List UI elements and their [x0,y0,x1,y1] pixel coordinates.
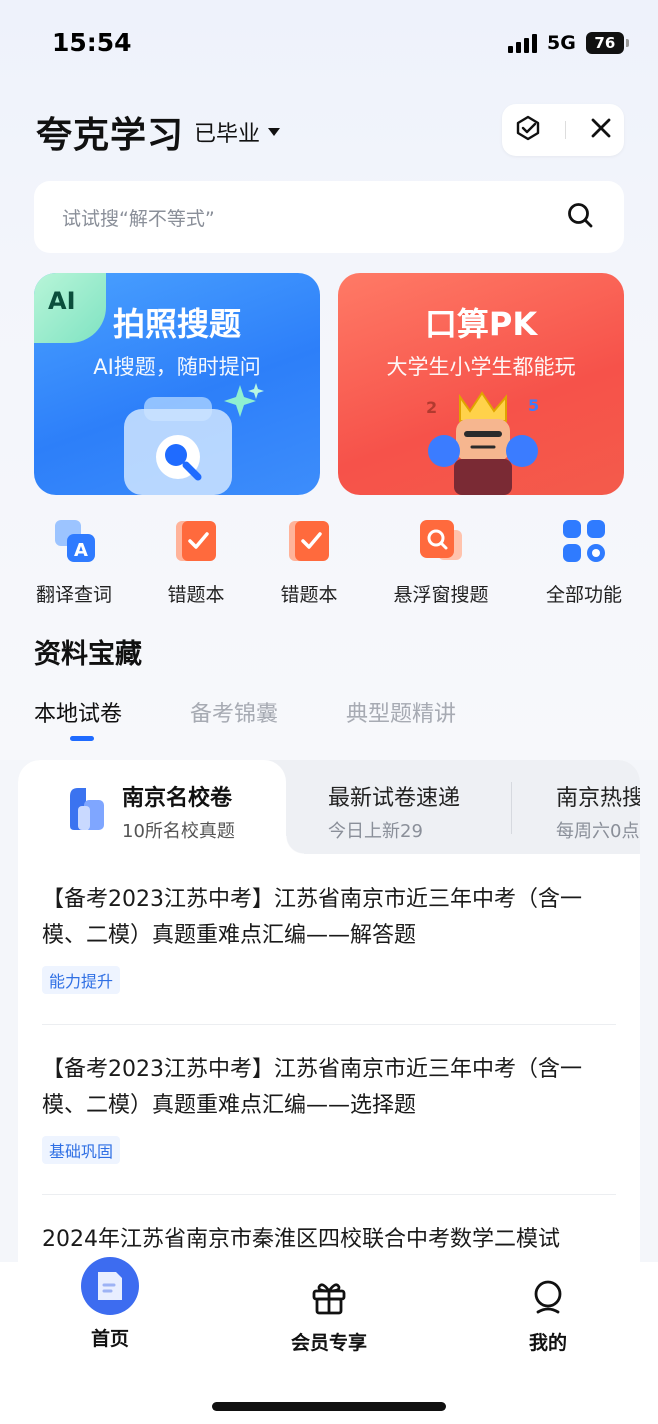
home-indicator [212,1402,446,1411]
paper-title: 【备考2023江苏中考】江苏省南京市近三年中考（含一模、二模）真题重难点汇编——… [42,887,582,948]
tab-typical-questions[interactable]: 典型题精讲 [346,696,456,728]
nav-label: 我的 [528,1332,567,1354]
nav-label: 会员专享 [290,1332,367,1354]
svg-text:5: 5 [528,396,539,415]
photo-search-title: 拍照搜题 [112,305,241,343]
section-tabs: 本地试卷 备考锦囊 典型题精讲 [34,696,456,728]
king-mascot-icon: 2 5 [426,391,539,495]
signal-icon [508,33,537,53]
subtab-title: 南京热搜 [556,786,640,811]
profile-icon [534,1280,562,1314]
svg-text:A: A [74,540,88,561]
status-time: 15:54 [52,28,132,57]
section-title: 资料宝藏 [34,639,142,670]
nav-profile[interactable]: 我的 [468,1262,628,1355]
subtab-nanjing-schools[interactable]: 南京名校卷 10所名校真题 [18,760,304,854]
tab-local-papers[interactable]: 本地试卷 [34,696,122,728]
papers-panel: 南京名校卷 10所名校真题 最新试卷速递 今日上新29 南京热搜 每周六0点 【… [18,760,640,1280]
subtab-subtitle: 每周六0点 [556,821,640,842]
paper-list-item[interactable]: 【备考2023江苏中考】江苏省南京市近三年中考（含一模、二模）真题重难点汇编——… [42,1052,616,1164]
network-type: 5G [547,32,576,54]
battery-icon: 76 [585,32,629,54]
nav-home[interactable]: 首页 [30,1257,190,1351]
nav-vip[interactable]: 会员专享 [249,1262,409,1355]
mental-math-pk-subtitle: 大学生小学生都能玩 [386,355,576,379]
bottom-nav: 首页 会员专享 我的 [0,1257,658,1424]
shortcut-label: 翻译查词 [35,584,112,606]
grade-label: 已毕业 [194,122,261,147]
app-brand: 夸克学习 [36,115,185,156]
grade-selector[interactable]: 已毕业 [194,116,281,148]
paper-title: 2024年江苏省南京市秦淮区四校联合中考数学二模试 [42,1227,560,1252]
shortcut-mistake-book[interactable]: 错题本 [136,518,256,607]
list-divider [42,1024,616,1025]
gift-icon [312,1283,346,1315]
capsule-divider [565,121,567,139]
mistake-book-icon [176,521,216,561]
shortcut-row: A 翻译查词 错题本 错题本 悬浮窗搜题 全部功能 [0,518,658,608]
subtab-title: 最新试卷速递 [328,786,461,811]
active-tab-indicator [70,736,94,741]
shortcut-label: 全部功能 [545,584,622,606]
search-bar[interactable]: 试试搜“解不等式” [34,181,624,253]
list-divider [42,1194,616,1195]
paper-list-item[interactable]: 【备考2023江苏中考】江苏省南京市近三年中考（含一模、二模）真题重难点汇编——… [42,882,616,994]
camera-search-icon [124,383,264,495]
all-features-icon [563,520,605,562]
mental-math-pk-title: 口算PK [424,305,538,343]
photo-search-subtitle: AI搜题，随时提问 [93,355,261,379]
svg-text:2: 2 [426,398,437,417]
search-placeholder: 试试搜“解不等式” [62,207,215,230]
shortcut-label: 错题本 [280,584,338,606]
subtab-subtitle: 10所名校真题 [122,821,235,842]
subtab-title: 南京名校卷 [122,786,233,811]
photo-search-card[interactable]: AI 拍照搜题 AI搜题，随时提问 [34,273,320,495]
tab-exam-tips[interactable]: 备考锦囊 [190,696,278,728]
book-stack-icon [70,788,104,830]
floating-search-icon [420,520,462,560]
caret-down-icon [268,128,281,136]
paper-title: 【备考2023江苏中考】江苏省南京市近三年中考（含一模、二模）真题重难点汇编——… [42,1057,582,1118]
subtab-divider [511,782,512,834]
search-icon[interactable] [566,201,594,233]
favorite-icon[interactable] [514,114,542,146]
shortcut-all-features[interactable]: 全部功能 [524,518,644,607]
level-tag: 基础巩固 [42,1136,121,1164]
shortcut-floating-search[interactable]: 悬浮窗搜题 [381,518,501,607]
translate-icon: A [55,520,95,562]
shortcut-label: 错题本 [167,584,225,606]
shortcut-translate[interactable]: A 翻译查词 [14,518,134,607]
paper-list-item[interactable]: 2024年江苏省南京市秦淮区四校联合中考数学二模试 [42,1222,616,1258]
subtab-bar: 南京名校卷 10所名校真题 最新试卷速递 今日上新29 南京热搜 每周六0点 [18,760,640,854]
level-tag: 能力提升 [42,966,121,994]
status-icons: 5G 76 [508,30,629,56]
mental-math-pk-card[interactable]: 口算PK 大学生小学生都能玩 2 5 [338,273,624,495]
nav-label: 首页 [90,1328,129,1350]
home-icon [81,1257,139,1315]
subtab-subtitle: 今日上新29 [328,821,423,842]
mistake-book-icon [289,521,329,561]
shortcut-mistake-book-2[interactable]: 错题本 [249,518,369,607]
shortcut-label: 悬浮窗搜题 [393,584,489,606]
mini-program-capsule [502,104,624,156]
close-icon[interactable] [590,117,612,143]
